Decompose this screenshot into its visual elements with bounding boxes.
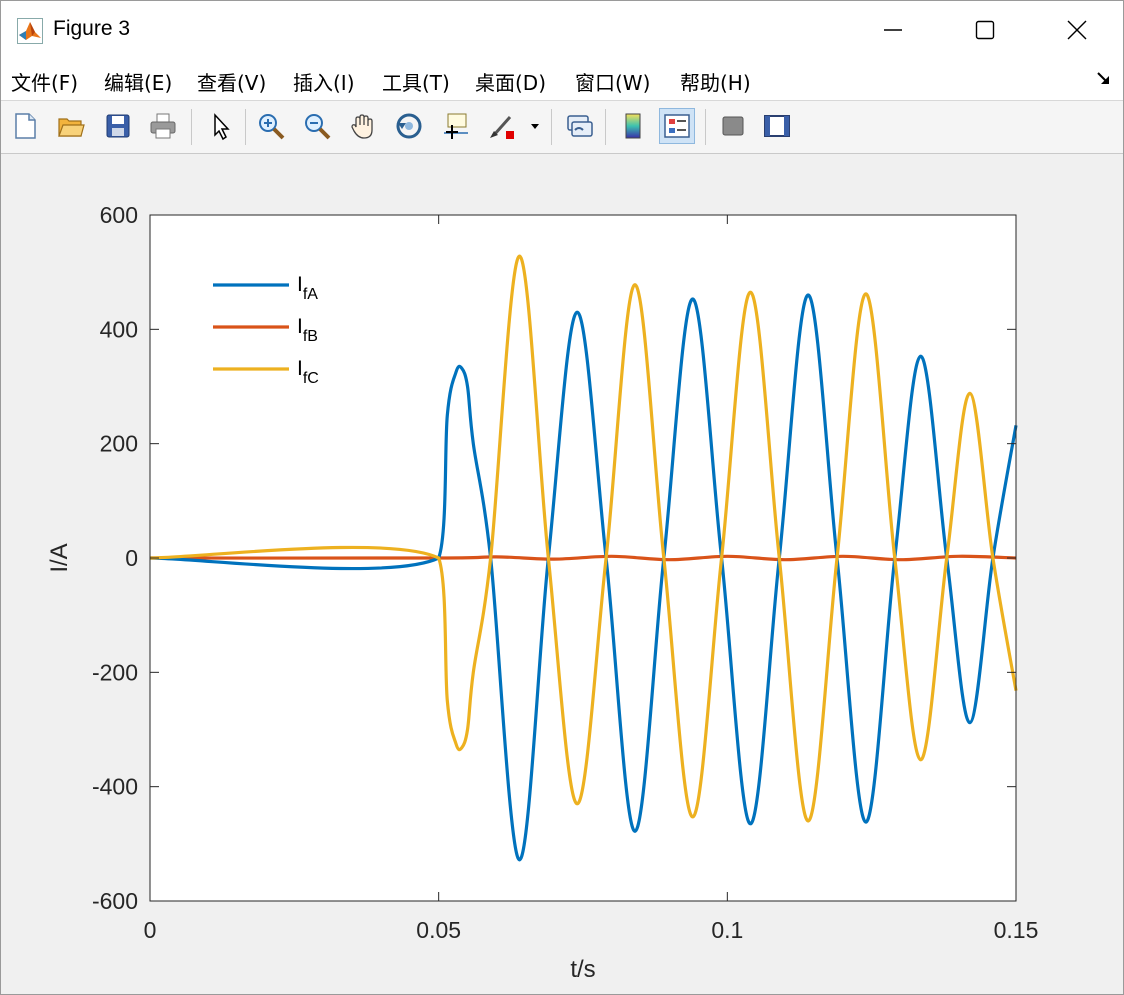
menu-help[interactable]: 帮助(H) (680, 67, 751, 96)
open-file-icon (58, 118, 85, 137)
save-icon (106, 114, 130, 138)
show-plot-tools-icon (764, 115, 790, 137)
chevron-down-icon (531, 124, 539, 129)
menu-bar: 文件(F) 编辑(E) 查看(V) 插入(I) 工具(T) 桌面(D) 窗口(W… (1, 59, 1123, 101)
save-button[interactable] (100, 108, 136, 144)
y-tick-label: 200 (100, 431, 138, 457)
brush-button[interactable] (483, 108, 519, 144)
new-figure-button[interactable] (7, 108, 43, 144)
toolbar-separator (245, 109, 246, 145)
pan-button[interactable] (345, 108, 381, 144)
figure-window: Figure 3 文件(F) 编辑(E) 查看(V) 插入(I) 工具(T) 桌… (0, 0, 1124, 995)
y-tick-label: 600 (100, 202, 138, 228)
rotate-3d-icon (396, 113, 422, 139)
title-bar[interactable]: Figure 3 (1, 1, 1123, 59)
x-tick-label: 0.05 (416, 917, 461, 943)
hide-plot-tools-button[interactable] (715, 108, 751, 144)
print-button[interactable] (145, 108, 181, 144)
zoom-out-icon (305, 114, 331, 140)
colorbar-button[interactable] (615, 108, 651, 144)
rotate-3d-button[interactable] (391, 108, 427, 144)
close-icon (1067, 20, 1087, 40)
show-plot-tools-button[interactable] (759, 108, 795, 144)
x-tick-label: 0.1 (711, 917, 743, 943)
close-button[interactable] (1031, 1, 1123, 59)
y-tick-label: -600 (92, 888, 138, 914)
dock-arrow-icon[interactable] (1095, 69, 1113, 87)
figure-canvas: 0 0.05 0.1 0.15 600 400 200 0 -200 -400 -600 t/s I… (1, 154, 1123, 994)
matlab-logo-icon (17, 18, 43, 44)
legend-button[interactable] (659, 108, 695, 144)
pointer-button[interactable] (201, 108, 237, 144)
print-icon (150, 113, 176, 139)
new-figure-icon (15, 113, 36, 139)
y-tick-label: -400 (92, 774, 138, 800)
brush-icon (490, 116, 514, 139)
link-plot-icon (567, 115, 593, 137)
maximize-icon (975, 20, 995, 40)
toolbar-separator (705, 109, 706, 145)
menu-file[interactable]: 文件(F) (11, 67, 78, 96)
brush-dropdown-button[interactable] (525, 108, 545, 144)
colorbar-icon (625, 113, 641, 139)
menu-desktop[interactable]: 桌面(D) (475, 67, 546, 96)
legend-icon (664, 114, 690, 138)
minimize-button[interactable] (847, 1, 939, 59)
open-file-button[interactable] (53, 108, 89, 144)
menu-window[interactable]: 窗口(W) (575, 67, 650, 96)
toolbar-separator (191, 109, 192, 145)
zoom-in-button[interactable] (253, 108, 289, 144)
y-tick-label: 400 (100, 316, 138, 342)
minimize-icon (884, 29, 902, 31)
zoom-in-icon (259, 114, 285, 140)
figure-toolbar (1, 101, 1123, 154)
menu-tools[interactable]: 工具(T) (382, 67, 450, 96)
hide-plot-tools-icon (722, 116, 744, 136)
menu-view[interactable]: 查看(V) (197, 67, 266, 96)
menu-edit[interactable]: 编辑(E) (104, 67, 172, 96)
x-axis-label: t/s (570, 956, 595, 983)
data-cursor-icon (444, 113, 468, 139)
y-axis-label: I/A (46, 543, 73, 572)
data-cursor-button[interactable] (437, 108, 473, 144)
link-plot-button[interactable] (561, 108, 597, 144)
zoom-out-button[interactable] (299, 108, 335, 144)
x-tick-label: 0.15 (994, 917, 1039, 943)
x-tick-label: 0 (144, 917, 157, 943)
toolbar-separator (551, 109, 552, 145)
maximize-button[interactable] (939, 1, 1031, 59)
window-title: Figure 3 (53, 17, 131, 40)
toolbar-separator (605, 109, 606, 145)
menu-insert[interactable]: 插入(I) (293, 67, 355, 96)
pan-hand-icon (351, 114, 373, 139)
y-tick-label: 0 (125, 545, 138, 571)
line-chart: 0 0.05 0.1 0.15 600 400 200 0 -200 -400 -600 t/s I… (46, 202, 1039, 983)
y-tick-label: -200 (92, 659, 138, 685)
pointer-icon (214, 113, 230, 141)
